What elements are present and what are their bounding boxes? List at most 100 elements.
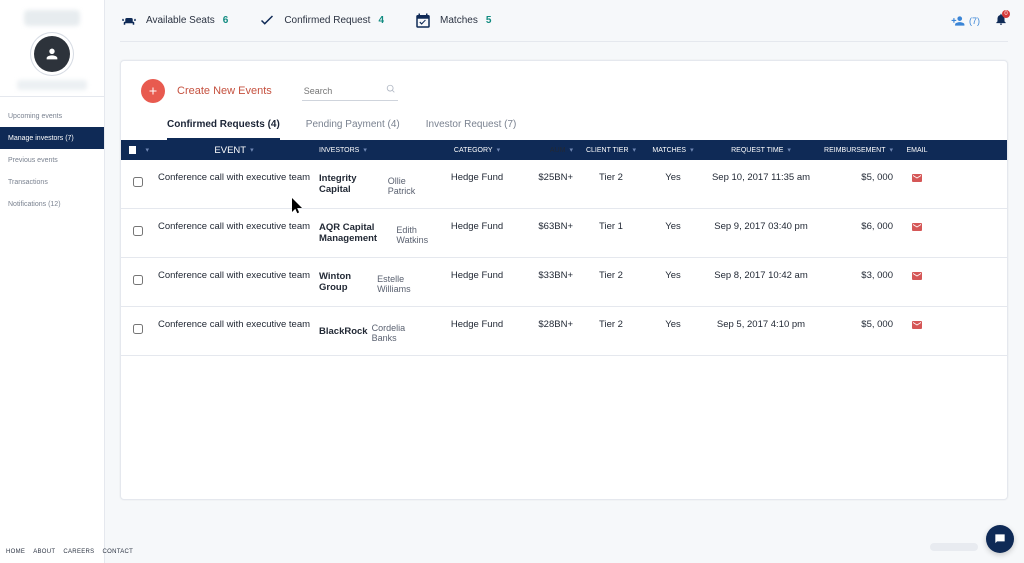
sidebar-footer: HOME ABOUT CAREERS CONTACT [0,549,104,555]
search-icon [386,84,396,94]
scrollbar-stub [930,543,978,551]
user-plus-icon [951,14,965,28]
cell-investor: Winton GroupEstelle Williams [315,270,435,294]
mail-icon [911,319,923,331]
cell-reimbursement: $6, 000 [821,221,897,232]
app-logo [24,10,80,26]
cell-event: Conference call with executive team [153,221,315,232]
topbar: Available Seats 6 Confirmed Request 4 Ma… [120,0,1008,42]
mail-icon [911,221,923,233]
table-row: Conference call with executive teamWinto… [121,258,1007,307]
metric-available-seats: Available Seats 6 [120,12,228,30]
user-name [17,80,87,90]
col-matches[interactable]: Matches [645,146,701,154]
table-body: Conference call with executive teamInteg… [121,160,1007,356]
metric-confirmed-request: Confirmed Request 4 [258,12,384,30]
sidebar: Upcoming events Manage investors (7) Pre… [0,0,104,563]
sidebar-item-transactions[interactable]: Transactions [0,171,104,193]
cell-request-time: Sep 9, 2017 03:40 pm [701,221,821,232]
cell-email[interactable] [897,319,937,331]
cell-aum: $28BN+ [519,319,577,330]
side-nav: Upcoming events Manage investors (7) Pre… [0,97,104,215]
add-user-button[interactable]: (7) [951,14,980,28]
col-aum[interactable]: AUM [519,146,577,154]
cell-request-time: Sep 5, 2017 4:10 pm [701,319,821,330]
mouse-cursor [292,198,304,219]
cell-investor: AQR Capital ManagementEdith Watkins [315,221,435,245]
cell-tier: Tier 2 [577,319,645,330]
sidebar-item-notifications[interactable]: Notifications (12) [0,193,104,215]
search-wrap [302,81,398,101]
confirmed-label: Confirmed Request [284,15,370,26]
footer-home[interactable]: HOME [6,549,25,555]
calendar-check-icon [414,12,432,30]
tab-confirmed-requests[interactable]: Confirmed Requests (4) [167,119,280,140]
plus-icon [147,85,159,97]
cell-investor: BlackRockCordelia Banks [315,319,435,343]
cell-category: Hedge Fund [435,319,519,330]
person-icon [44,46,60,62]
row-checkbox[interactable] [133,275,143,285]
cell-aum: $63BN+ [519,221,577,232]
sidebar-item-upcoming[interactable]: Upcoming events [0,105,104,127]
cell-matches: Yes [645,319,701,330]
cell-email[interactable] [897,270,937,282]
col-investors[interactable]: Investors [315,146,435,154]
col-category[interactable]: Category [435,146,519,154]
content-card: Create New Events Confirmed Requests (4)… [120,60,1008,500]
footer-careers[interactable]: CAREERS [63,549,94,555]
notifications-badge: 0 [1002,10,1010,18]
matches-value: 5 [486,15,492,26]
table-row: Conference call with executive teamInteg… [121,160,1007,209]
sidebar-item-manage-investors[interactable]: Manage investors (7) [0,127,104,149]
search-input[interactable] [302,82,398,101]
create-event-button[interactable] [141,79,165,103]
cell-tier: Tier 2 [577,172,645,183]
cell-request-time: Sep 8, 2017 10:42 am [701,270,821,281]
tab-investor-request[interactable]: Investor Request (7) [426,119,517,140]
cell-tier: Tier 1 [577,221,645,232]
cell-event: Conference call with executive team [153,270,315,281]
chat-icon [993,532,1007,546]
create-event-label: Create New Events [177,85,272,97]
row-checkbox[interactable] [133,177,143,187]
sidebar-item-previous[interactable]: Previous events [0,149,104,171]
seats-label: Available Seats [146,15,215,26]
col-client-tier[interactable]: Client Tier [577,146,645,154]
check-icon [258,12,276,30]
matches-label: Matches [440,15,478,26]
cell-reimbursement: $3, 000 [821,270,897,281]
user-add-count: (7) [969,16,980,26]
col-event[interactable]: Event [153,145,315,156]
tabs: Confirmed Requests (4) Pending Payment (… [121,113,1007,140]
table-row: Conference call with executive teamBlack… [121,307,1007,356]
footer-about[interactable]: ABOUT [33,549,55,555]
table-header: Event Investors Category AUM Client Tier… [121,140,1007,160]
cell-event: Conference call with executive team [153,172,315,183]
cell-reimbursement: $5, 000 [821,172,897,183]
chat-widget-button[interactable] [986,525,1014,553]
cell-matches: Yes [645,172,701,183]
col-email: Email [897,147,937,154]
cell-investor: Integrity CapitalOllie Patrick [315,172,435,196]
notifications-button[interactable]: 0 [994,12,1008,29]
confirmed-value: 4 [378,15,384,26]
seats-value: 6 [223,15,229,26]
cell-category: Hedge Fund [435,270,519,281]
select-all-checkbox[interactable] [129,146,136,154]
row-checkbox[interactable] [133,324,143,334]
cell-event: Conference call with executive team [153,319,315,330]
tab-pending-payment[interactable]: Pending Payment (4) [306,119,400,140]
avatar[interactable] [34,36,70,72]
col-request-time[interactable]: Request Time [701,146,821,154]
mail-icon [911,172,923,184]
row-checkbox[interactable] [133,226,143,236]
cell-reimbursement: $5, 000 [821,319,897,330]
cell-email[interactable] [897,221,937,233]
table-row: Conference call with executive teamAQR C… [121,209,1007,258]
cell-email[interactable] [897,172,937,184]
col-reimbursement[interactable]: Reimbursement [821,146,897,154]
cell-tier: Tier 2 [577,270,645,281]
cell-aum: $25BN+ [519,172,577,183]
cell-request-time: Sep 10, 2017 11:35 am [701,172,821,183]
